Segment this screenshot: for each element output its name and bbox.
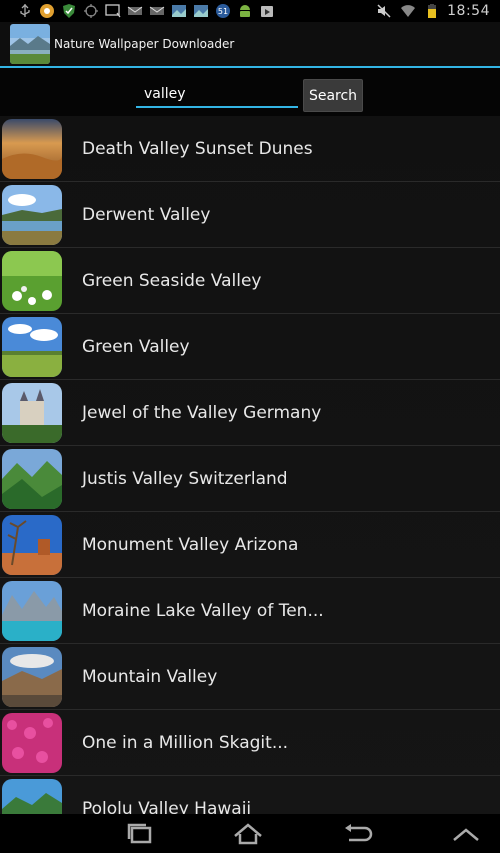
action-bar: Nature Wallpaper Downloader xyxy=(0,22,500,66)
search-input[interactable] xyxy=(136,82,298,108)
thumbnail-image xyxy=(2,118,62,179)
wifi-icon xyxy=(399,3,417,19)
results-list[interactable]: Death Valley Sunset Dunes Derwent Valley… xyxy=(0,116,500,814)
thumbnail-image xyxy=(2,646,62,707)
list-item-title: Jewel of the Valley Germany xyxy=(82,402,322,423)
list-item-title: Derwent Valley xyxy=(82,204,211,225)
home-icon[interactable] xyxy=(228,820,268,848)
thumbnail-image xyxy=(2,580,62,641)
status-bar: 51 18:54 xyxy=(0,0,500,22)
list-item-title: Green Valley xyxy=(82,336,190,357)
list-item[interactable]: Moraine Lake Valley of Ten... xyxy=(0,578,500,644)
gps-icon xyxy=(82,3,100,19)
photo-icon xyxy=(170,3,188,19)
thumbnail-image xyxy=(2,514,62,575)
message-icon xyxy=(104,3,122,19)
mail-icon xyxy=(126,3,144,19)
app-logo-icon[interactable] xyxy=(10,24,50,64)
search-row xyxy=(0,68,500,116)
badge-51-icon: 51 xyxy=(214,3,232,19)
recent-apps-icon[interactable] xyxy=(120,820,160,848)
list-item[interactable]: Monument Valley Arizona xyxy=(0,512,500,578)
usb-icon xyxy=(16,3,34,19)
thumbnail-image xyxy=(2,250,62,311)
battery-icon xyxy=(423,3,441,19)
list-item[interactable]: Death Valley Sunset Dunes xyxy=(0,116,500,182)
list-item-title: Monument Valley Arizona xyxy=(82,534,299,555)
thumbnail-image xyxy=(2,382,62,443)
system-status: 18:54 xyxy=(375,3,500,19)
list-item[interactable]: Green Seaside Valley xyxy=(0,248,500,314)
svg-text:51: 51 xyxy=(218,7,228,16)
list-item-title: Moraine Lake Valley of Ten... xyxy=(82,600,324,621)
list-item[interactable]: Justis Valley Switzerland xyxy=(0,446,500,512)
thumbnail-image xyxy=(2,316,62,377)
app-title: Nature Wallpaper Downloader xyxy=(54,37,235,51)
photo2-icon xyxy=(192,3,210,19)
back-icon[interactable] xyxy=(337,820,377,848)
list-item-title: One in a Million Skagit... xyxy=(82,732,289,753)
list-item-title: Death Valley Sunset Dunes xyxy=(82,138,313,159)
list-item[interactable]: Mountain Valley xyxy=(0,644,500,710)
list-item-title: Justis Valley Switzerland xyxy=(82,468,288,489)
thumbnail-image xyxy=(2,778,62,814)
list-item-title: Green Seaside Valley xyxy=(82,270,262,291)
thumbnail-image xyxy=(2,712,62,773)
list-item[interactable]: Derwent Valley xyxy=(0,182,500,248)
thumbnail-image xyxy=(2,448,62,509)
list-item[interactable]: Green Valley xyxy=(0,314,500,380)
list-item[interactable]: One in a Million Skagit... xyxy=(0,710,500,776)
play-store-icon xyxy=(258,3,276,19)
list-item[interactable]: Jewel of the Valley Germany xyxy=(0,380,500,446)
mute-icon xyxy=(375,3,393,19)
notification-icons: 51 xyxy=(0,3,276,19)
list-item-title: Pololu Valley Hawaii xyxy=(82,798,252,815)
list-item[interactable]: Pololu Valley Hawaii xyxy=(0,776,500,814)
android-icon xyxy=(236,3,254,19)
clock: 18:54 xyxy=(447,3,490,19)
shield-icon xyxy=(60,3,78,19)
list-item-title: Mountain Valley xyxy=(82,666,218,687)
navigation-bar xyxy=(0,814,500,853)
thumbnail-image xyxy=(2,184,62,245)
mail2-icon xyxy=(148,3,166,19)
menu-up-icon[interactable] xyxy=(446,820,486,848)
search-button[interactable]: Search xyxy=(303,79,363,112)
circle-app-icon xyxy=(38,3,56,19)
